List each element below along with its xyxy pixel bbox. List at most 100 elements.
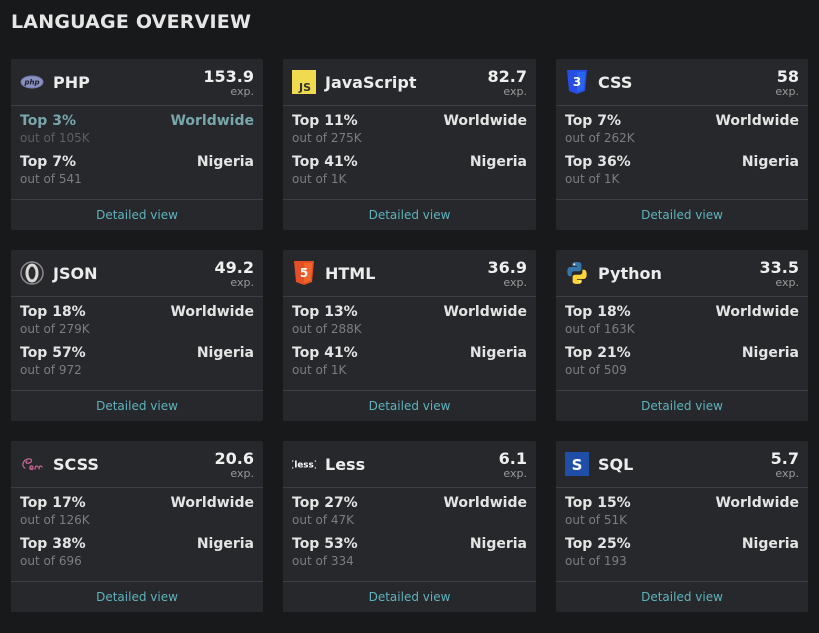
country-rank-row: Top 25% out of 193 Nigeria (565, 536, 799, 577)
country-out-of: out of 1K (565, 172, 620, 186)
svg-text:S: S (572, 456, 583, 474)
worldwide-out-of: out of 126K (20, 513, 90, 527)
worldwide-label: Worldwide (170, 495, 254, 511)
worldwide-rank-row: Top 7% out of 262K Worldwide (565, 113, 799, 154)
worldwide-label: Worldwide (715, 495, 799, 511)
worldwide-label: Worldwide (170, 304, 254, 320)
exp-block: 58 exp. (775, 59, 799, 98)
worldwide-rank-row: Top 11% out of 275K Worldwide (292, 113, 527, 154)
language-card-python: Python 33.5 exp. Top 18% out of 163K Wor… (556, 250, 808, 421)
language-grid: php PHP 153.9 exp. Top 3% out of 105K Wo… (11, 59, 808, 612)
worldwide-rank-row: Top 17% out of 126K Worldwide (20, 495, 254, 536)
card-header: 5 HTML 36.9 exp. (283, 250, 536, 297)
exp-label: exp. (503, 467, 527, 480)
card-header: S SQL 5.7 exp. (556, 441, 808, 488)
worldwide-out-of: out of 279K (20, 322, 90, 336)
scss-icon (20, 452, 44, 476)
detailed-view-link[interactable]: Detailed view (641, 208, 723, 222)
country-label: Nigeria (196, 536, 254, 552)
worldwide-rank-row: Top 13% out of 288K Worldwide (292, 304, 527, 345)
country-out-of: out of 696 (20, 554, 82, 568)
country-label: Nigeria (741, 536, 799, 552)
language-card-sql: S SQL 5.7 exp. Top 15% out of 51K Worldw… (556, 441, 808, 612)
country-out-of: out of 509 (565, 363, 627, 377)
worldwide-out-of: out of 163K (565, 322, 635, 336)
language-card-less: {less} Less 6.1 exp. Top 27% out of 47K … (283, 441, 536, 612)
country-out-of: out of 541 (20, 172, 82, 186)
country-rank-row: Top 57% out of 972 Nigeria (20, 345, 254, 386)
sql-icon: S (565, 452, 589, 476)
country-top-percent: Top 36% (565, 154, 631, 170)
language-name: SQL (598, 454, 634, 474)
exp-block: 153.9 exp. (203, 59, 254, 98)
detailed-view-link[interactable]: Detailed view (96, 399, 178, 413)
worldwide-rank-row: Top 3% out of 105K Worldwide (20, 113, 254, 154)
exp-label: exp. (230, 467, 254, 480)
detailed-view-link[interactable]: Detailed view (369, 399, 451, 413)
worldwide-label: Worldwide (715, 113, 799, 129)
detailed-view-link[interactable]: Detailed view (369, 208, 451, 222)
country-out-of: out of 334 (292, 554, 354, 568)
card-footer: Detailed view (283, 200, 536, 230)
language-card-javascript: JS JavaScript 82.7 exp. Top 11% out of 2… (283, 59, 536, 230)
worldwide-top-percent: Top 18% (565, 304, 631, 320)
card-body: Top 27% out of 47K Worldwide Top 53% out… (283, 488, 536, 582)
worldwide-rank-row: Top 18% out of 163K Worldwide (565, 304, 799, 345)
country-top-percent: Top 38% (20, 536, 86, 552)
css-icon: 3 (565, 70, 589, 94)
detailed-view-link[interactable]: Detailed view (641, 590, 723, 604)
country-label: Nigeria (469, 536, 527, 552)
country-rank-row: Top 41% out of 1K Nigeria (292, 154, 527, 195)
worldwide-rank-row: Top 15% out of 51K Worldwide (565, 495, 799, 536)
worldwide-top-percent: Top 17% (20, 495, 86, 511)
country-top-percent: Top 41% (292, 345, 358, 361)
country-top-percent: Top 53% (292, 536, 358, 552)
javascript-icon: JS (292, 70, 316, 94)
detailed-view-link[interactable]: Detailed view (96, 590, 178, 604)
exp-label: exp. (503, 85, 527, 98)
card-header: JS JavaScript 82.7 exp. (283, 59, 536, 106)
worldwide-label: Worldwide (715, 304, 799, 320)
worldwide-top-percent: Top 27% (292, 495, 358, 511)
card-body: Top 3% out of 105K Worldwide Top 7% out … (11, 106, 263, 200)
worldwide-top-percent: Top 13% (292, 304, 358, 320)
exp-value: 33.5 (759, 258, 799, 277)
svg-text:{less}: {less} (292, 461, 316, 471)
card-header: Python 33.5 exp. (556, 250, 808, 297)
exp-value: 5.7 (770, 449, 799, 468)
detailed-view-link[interactable]: Detailed view (369, 590, 451, 604)
card-body: Top 11% out of 275K Worldwide Top 41% ou… (283, 106, 536, 200)
country-rank-row: Top 53% out of 334 Nigeria (292, 536, 527, 577)
language-name: SCSS (53, 454, 99, 474)
exp-block: 49.2 exp. (215, 250, 254, 289)
svg-text:JS: JS (298, 81, 311, 94)
detailed-view-link[interactable]: Detailed view (641, 399, 723, 413)
exp-label: exp. (503, 276, 527, 289)
card-footer: Detailed view (556, 582, 808, 612)
language-name: PHP (53, 72, 90, 92)
exp-block: 20.6 exp. (215, 441, 254, 480)
worldwide-rank-row: Top 27% out of 47K Worldwide (292, 495, 527, 536)
worldwide-out-of: out of 47K (292, 513, 354, 527)
language-card-scss: SCSS 20.6 exp. Top 17% out of 126K World… (11, 441, 263, 612)
json-icon (20, 261, 44, 285)
card-header: {less} Less 6.1 exp. (283, 441, 536, 488)
worldwide-top-percent: Top 3% (20, 113, 76, 129)
worldwide-top-percent: Top 7% (565, 113, 621, 129)
card-body: Top 18% out of 279K Worldwide Top 57% ou… (11, 297, 263, 391)
country-label: Nigeria (196, 345, 254, 361)
card-footer: Detailed view (283, 391, 536, 421)
country-label: Nigeria (196, 154, 254, 170)
page-title: LANGUAGE OVERVIEW (11, 11, 252, 33)
exp-value: 36.9 (487, 258, 527, 277)
card-header: 3 CSS 58 exp. (556, 59, 808, 106)
country-label: Nigeria (469, 345, 527, 361)
detailed-view-link[interactable]: Detailed view (96, 208, 178, 222)
worldwide-top-percent: Top 11% (292, 113, 358, 129)
card-footer: Detailed view (11, 582, 263, 612)
country-out-of: out of 1K (292, 172, 347, 186)
worldwide-label: Worldwide (170, 113, 254, 129)
card-body: Top 13% out of 288K Worldwide Top 41% ou… (283, 297, 536, 391)
worldwide-out-of: out of 105K (20, 131, 90, 145)
country-out-of: out of 193 (565, 554, 627, 568)
